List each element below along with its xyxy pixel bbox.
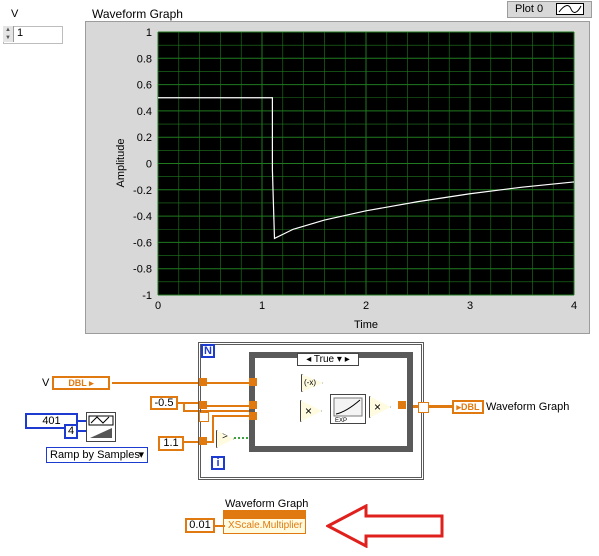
loop-index-terminal[interactable]: i	[211, 456, 225, 470]
constant-1-1[interactable]: 1.1	[158, 436, 184, 451]
xscale-multiplier-constant[interactable]: 0.01	[185, 518, 215, 533]
y-tick-label: -1	[142, 290, 152, 302]
x-tick-label: 2	[363, 300, 369, 312]
x-tick-label: 4	[571, 300, 577, 312]
waveform-graph-terminal-label: Waveform Graph	[486, 401, 570, 413]
y-tick-label: 0.4	[137, 106, 152, 118]
y-tick-label: 0.2	[137, 132, 152, 144]
chevron-down-icon: ▾	[138, 449, 144, 461]
waveform-chart: 0 1 2 3 4 1 0.8 0.6 0.4 0.2 0 -0.2 -0.4 -0.6 -0.8 -1 Ti…	[115, 27, 577, 331]
y-tick-label: -0.4	[133, 211, 152, 223]
indexing-tunnel	[418, 402, 429, 413]
case-prev-icon: ◂	[306, 354, 312, 365]
tunnel	[249, 378, 257, 386]
v-terminal-label: V	[42, 377, 50, 389]
waveform-graph-terminal[interactable]: ▸DBL	[452, 400, 484, 414]
constant-4[interactable]: 4	[64, 424, 78, 439]
tunnel	[199, 437, 207, 445]
y-tick-label: -0.6	[133, 237, 152, 249]
wire	[215, 525, 225, 527]
ramp-mode-value: Ramp by Samples	[50, 449, 140, 461]
case-selector-value: True	[313, 354, 335, 365]
tunnel	[199, 401, 207, 409]
v-terminal[interactable]: DBL ▸	[52, 376, 110, 390]
ramp-mode-dropdown[interactable]: Ramp by Samples ▾	[46, 447, 148, 463]
x-tick-label: 1	[259, 300, 265, 312]
chevron-down-icon: ▾	[336, 354, 342, 365]
x-tick-label: 0	[155, 300, 161, 312]
tunnel	[199, 412, 209, 422]
property-name[interactable]: XScale.Multiplier	[228, 520, 302, 531]
y-axis-label: Amplitude	[115, 139, 127, 188]
property-node-header	[224, 511, 305, 519]
exponential-expressvi[interactable]: EXP	[330, 394, 366, 424]
x-tick-label: 3	[467, 300, 473, 312]
tunnel	[249, 401, 257, 409]
tunnel	[249, 412, 257, 420]
y-tick-label: 0.6	[137, 80, 152, 92]
red-arrow-annotation	[326, 504, 444, 548]
case-next-icon: ▸	[344, 354, 350, 365]
y-tick-label: -0.2	[133, 185, 152, 197]
ramp-pattern-vi[interactable]	[86, 412, 116, 442]
dbl-tag: DBL	[68, 378, 87, 388]
y-tick-label: 0.8	[137, 53, 152, 65]
y-tick-label: 1	[146, 27, 152, 39]
constant-neg-0-5[interactable]: -0.5	[150, 396, 178, 410]
svg-text:EXP: EXP	[335, 418, 347, 423]
wire	[78, 420, 86, 422]
x-axis-label: Time	[354, 319, 378, 331]
y-tick-label: -0.8	[133, 264, 152, 276]
tunnel	[398, 401, 406, 409]
wire	[78, 430, 86, 432]
dbl-out-tag: DBL	[461, 402, 480, 412]
property-node-title: Waveform Graph	[225, 498, 309, 510]
case-selector[interactable]: ◂ True ▾ ▸	[297, 353, 359, 366]
tunnel	[199, 378, 207, 386]
grid-lines	[157, 31, 575, 296]
y-tick-label: 0	[146, 159, 152, 171]
loop-count-terminal[interactable]: N	[201, 344, 215, 358]
